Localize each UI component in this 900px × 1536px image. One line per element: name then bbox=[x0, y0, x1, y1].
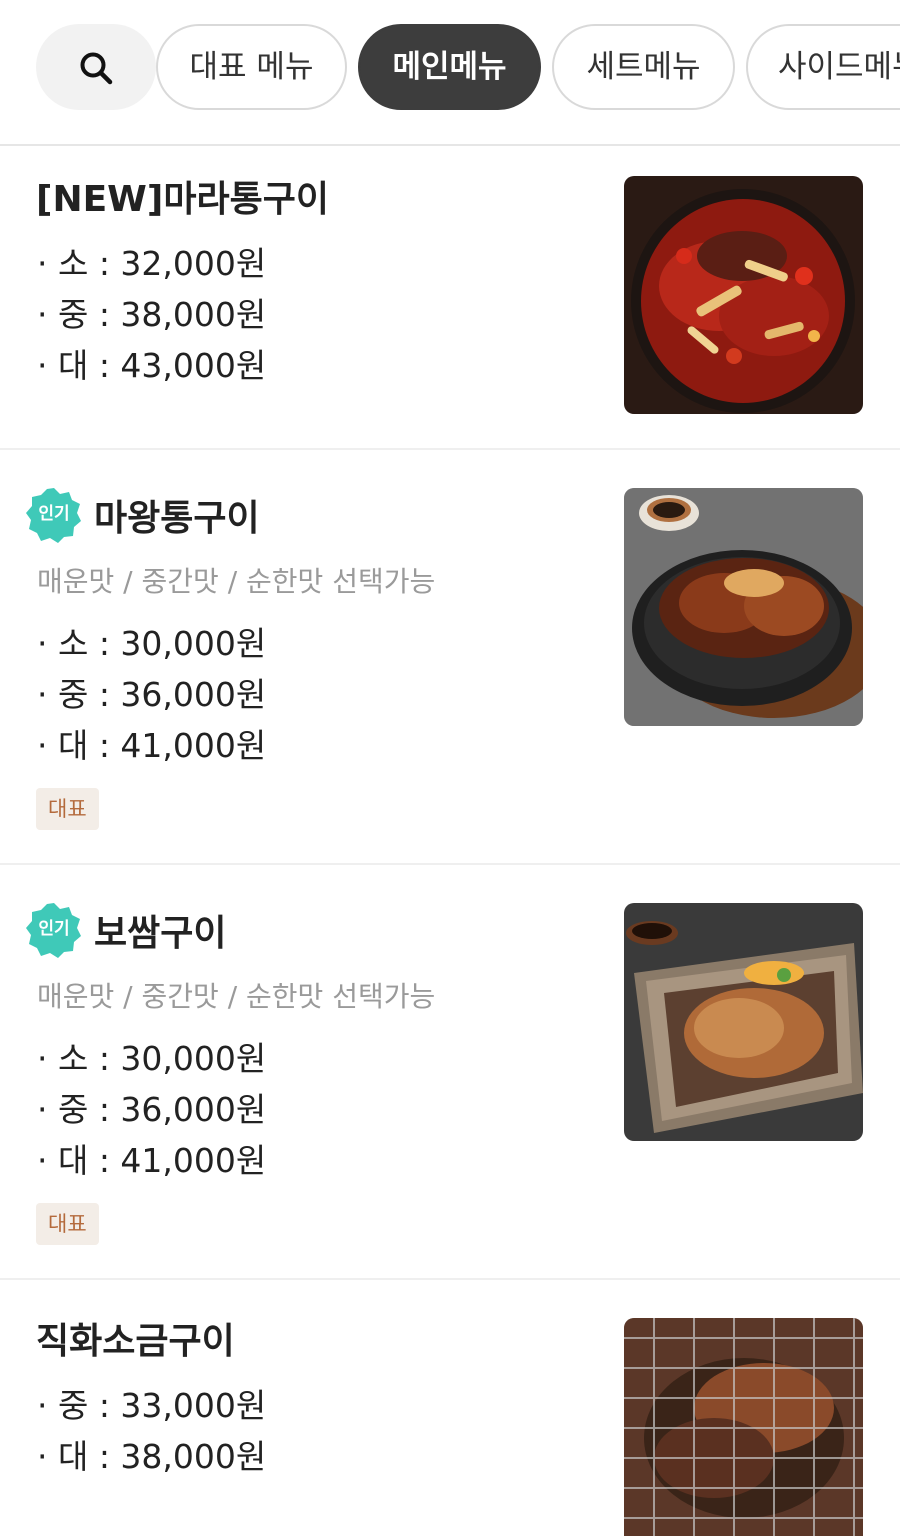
tab-signature-menu[interactable]: 대표 메뉴 bbox=[156, 24, 347, 110]
menu-item-description: 매운맛 / 중간맛 / 순한맛 선택가능 bbox=[37, 980, 436, 1013]
menu-item-title: 마왕통구이 bbox=[94, 498, 260, 539]
menu-item-title: 보쌈구이 bbox=[94, 913, 227, 954]
category-bar: 대표 메뉴 메인메뉴 세트메뉴 사이드메뉴 bbox=[0, 0, 900, 146]
tab-side-menu[interactable]: 사이드메뉴 bbox=[746, 24, 900, 110]
menu-item[interactable]: 직화소금구이 · 중 : 33,000원 · 대 : 38,000원 bbox=[0, 1280, 900, 1536]
menu-item-title: 직화소금구이 bbox=[36, 1321, 235, 1362]
menu-item-price: · 중 : 38,000원 bbox=[37, 295, 267, 334]
menu-item-title-row: 직화소금구이 bbox=[26, 1312, 235, 1364]
popular-badge: 인기 bbox=[26, 487, 82, 543]
menu-item-price: · 중 : 36,000원 bbox=[37, 1090, 267, 1129]
signature-tag: 대표 bbox=[36, 1203, 99, 1245]
menu-item-title-row: 인기 보쌈구이 bbox=[26, 902, 226, 958]
menu-item-price: · 소 : 32,000원 bbox=[37, 244, 267, 283]
popular-badge-label: 인기 bbox=[38, 919, 70, 939]
menu-item-title: [NEW]마라통구이 bbox=[36, 179, 329, 220]
menu-item[interactable]: [NEW]마라통구이 · 소 : 32,000원 · 중 : 38,000원 ·… bbox=[0, 148, 900, 450]
menu-item-price: · 대 : 41,000원 bbox=[37, 1141, 267, 1180]
popular-badge: 인기 bbox=[26, 902, 82, 958]
tab-set-menu[interactable]: 세트메뉴 bbox=[552, 24, 735, 110]
menu-item[interactable]: 인기 보쌈구이 매운맛 / 중간맛 / 순한맛 선택가능 · 소 : 30,00… bbox=[0, 865, 900, 1280]
menu-item-photo[interactable] bbox=[624, 903, 863, 1141]
menu-item-price: · 소 : 30,000원 bbox=[37, 1039, 267, 1078]
menu-item-price: · 중 : 36,000원 bbox=[37, 675, 267, 714]
menu-item-title-row: 인기 마왕통구이 bbox=[26, 487, 260, 543]
menu-item-price: · 소 : 30,000원 bbox=[37, 624, 267, 663]
menu-item-photo[interactable] bbox=[624, 488, 863, 726]
menu-item-price: · 대 : 41,000원 bbox=[37, 726, 267, 765]
menu-item-description: 매운맛 / 중간맛 / 순한맛 선택가능 bbox=[37, 565, 436, 598]
menu-item-price: · 대 : 38,000원 bbox=[37, 1437, 267, 1476]
search-icon bbox=[80, 52, 113, 85]
menu-item-price: · 중 : 33,000원 bbox=[37, 1386, 267, 1425]
signature-tag: 대표 bbox=[36, 788, 99, 830]
menu-item-title-row: [NEW]마라통구이 bbox=[26, 170, 329, 222]
menu-item-photo[interactable] bbox=[624, 176, 863, 414]
menu-item-photo[interactable] bbox=[624, 1318, 863, 1536]
popular-badge-label: 인기 bbox=[38, 504, 70, 524]
tab-main-menu[interactable]: 메인메뉴 bbox=[358, 24, 541, 110]
menu-item-price: · 대 : 43,000원 bbox=[37, 346, 267, 385]
menu-item[interactable]: 인기 마왕통구이 매운맛 / 중간맛 / 순한맛 선택가능 · 소 : 30,0… bbox=[0, 450, 900, 865]
search-button[interactable] bbox=[36, 24, 156, 110]
